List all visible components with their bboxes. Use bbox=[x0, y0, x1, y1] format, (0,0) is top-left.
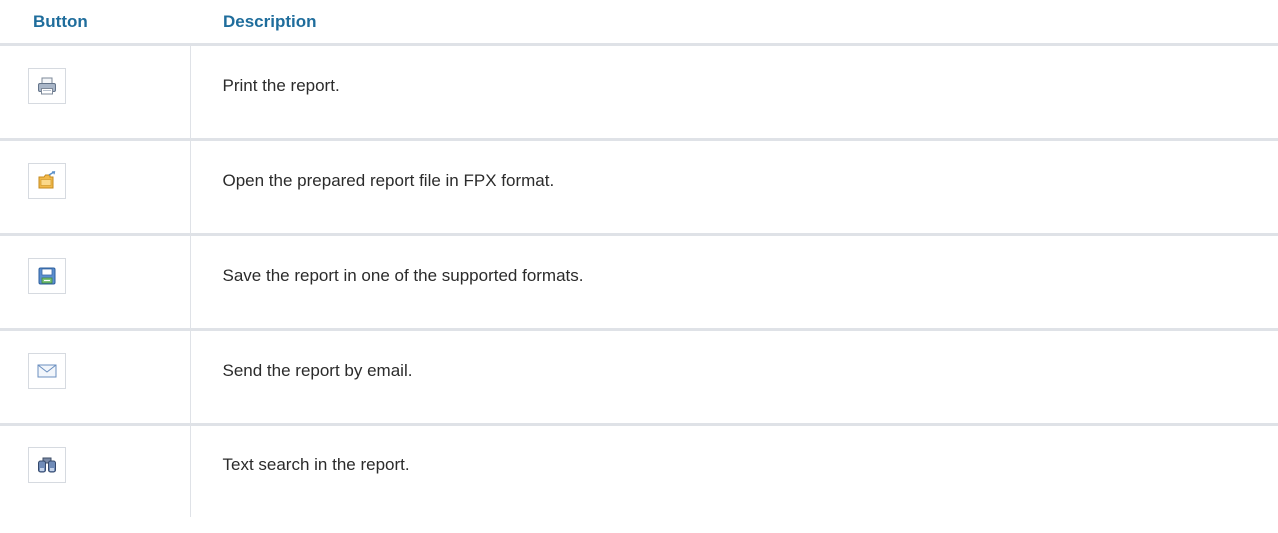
email-envelope-icon bbox=[37, 364, 57, 378]
table-header-row: Button Description bbox=[0, 0, 1278, 46]
print-button[interactable] bbox=[28, 68, 66, 104]
printer-icon bbox=[38, 77, 56, 95]
button-cell bbox=[0, 329, 191, 426]
save-button[interactable] bbox=[28, 258, 66, 294]
description-cell: Print the report. bbox=[190, 44, 1278, 141]
buttons-table: Button Description Print the report. Ope… bbox=[0, 0, 1278, 517]
table-row: Text search in the report. bbox=[0, 424, 1278, 517]
header-button: Button bbox=[0, 0, 190, 46]
table-row: Print the report. bbox=[0, 44, 1278, 141]
button-cell bbox=[0, 44, 191, 141]
table-row: Open the prepared report file in FPX for… bbox=[0, 139, 1278, 236]
search-button[interactable] bbox=[28, 447, 66, 484]
open-folder-icon bbox=[38, 171, 56, 189]
button-cell bbox=[0, 234, 191, 331]
description-cell: Text search in the report. bbox=[222, 455, 410, 475]
binoculars-search-icon bbox=[38, 457, 56, 473]
table-row: Send the report by email. bbox=[0, 329, 1278, 426]
table-row: Save the report in one of the supported … bbox=[0, 234, 1278, 331]
button-cell bbox=[0, 424, 191, 517]
description-cell: Open the prepared report file in FPX for… bbox=[190, 139, 1278, 236]
open-button[interactable] bbox=[28, 163, 66, 199]
description-cell: Save the report in one of the supported … bbox=[190, 234, 1278, 331]
send-email-button[interactable] bbox=[28, 353, 66, 389]
save-floppy-icon bbox=[38, 267, 56, 285]
header-description: Description bbox=[190, 0, 1278, 46]
description-cell: Send the report by email. bbox=[190, 329, 1278, 426]
button-cell bbox=[0, 139, 191, 236]
